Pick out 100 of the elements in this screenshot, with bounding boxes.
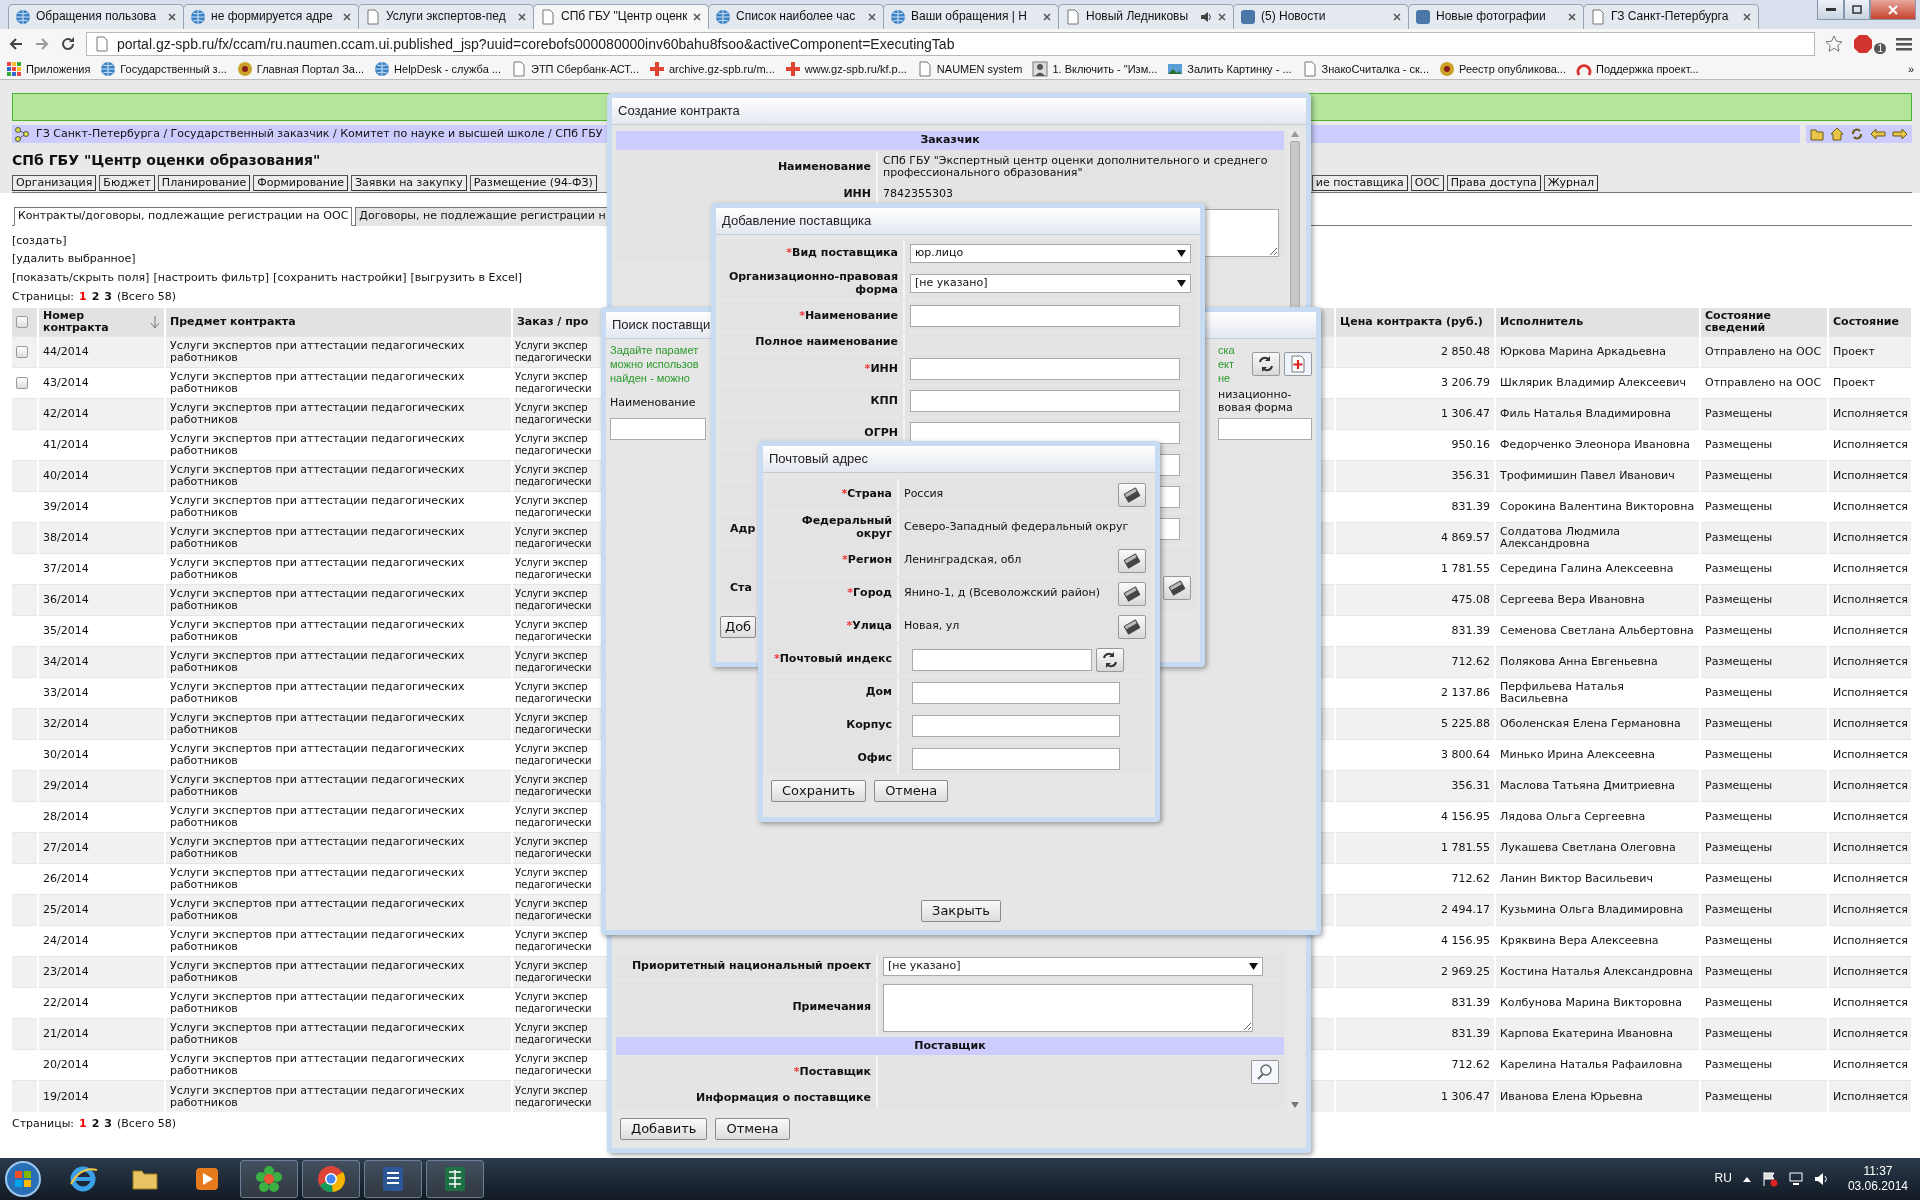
bookmark-link[interactable]: Реестр опубликова... <box>1459 62 1566 76</box>
dialog-button[interactable]: Отмена <box>874 780 949 803</box>
bookmark-link[interactable]: NAUMEN system <box>936 62 1023 76</box>
left-arrow-icon[interactable] <box>1870 128 1886 140</box>
text-input[interactable] <box>912 714 1120 737</box>
refresh-button[interactable] <box>1096 647 1124 672</box>
folder-icon[interactable] <box>1810 127 1824 141</box>
sub-tab[interactable]: Договоры, не подлежащие регистрации н <box>355 207 610 226</box>
page-link[interactable]: 2 <box>91 1117 100 1131</box>
browser-tab[interactable]: Новый Ледниковы <box>1058 4 1234 29</box>
speaker-icon[interactable] <box>1813 1171 1830 1187</box>
nav-tab[interactable]: Планирование <box>157 175 251 192</box>
nav-tab[interactable]: Права доступа <box>1446 175 1541 192</box>
nav-tab[interactable]: ие поставщика <box>1311 175 1408 192</box>
home-icon[interactable] <box>1830 127 1844 141</box>
bookmark-link[interactable]: HelpDesk - служба ... <box>394 62 501 76</box>
close-icon[interactable] <box>1567 12 1577 22</box>
lookup-button[interactable] <box>1118 548 1146 573</box>
dropdown[interactable]: [не указано] <box>910 274 1191 294</box>
bookmark-link[interactable]: Залить Картинку - ... <box>1187 62 1292 76</box>
browser-tab[interactable]: Услуги экспертов-пед <box>358 4 534 29</box>
lookup-button[interactable] <box>1118 581 1146 606</box>
taskbar-app-button[interactable] <box>302 1160 360 1198</box>
forward-icon[interactable] <box>34 36 50 52</box>
browser-tab[interactable]: Ваши обращения | Н <box>883 4 1059 29</box>
action-link[interactable]: [показать/скрыть поля] <box>12 272 150 285</box>
bookmark-link[interactable]: ЭТП Сбербанк-АСТ... <box>531 62 639 76</box>
bookmark-link[interactable]: www.gz-spb.ru/kf.p... <box>804 62 907 76</box>
maximize-button[interactable] <box>1844 0 1870 20</box>
close-icon[interactable] <box>517 12 527 22</box>
page-link[interactable]: 3 <box>104 1117 112 1131</box>
taskbar-app-button[interactable] <box>426 1160 484 1198</box>
menu-icon[interactable] <box>1896 37 1912 51</box>
action-link[interactable]: [выгрузить в Excel] <box>410 272 522 285</box>
up-arrow-icon[interactable] <box>1741 1175 1752 1183</box>
select-all-checkbox[interactable] <box>16 316 28 329</box>
bookmark-link[interactable]: ЗнакоСчиталка - ск... <box>1321 62 1430 76</box>
nav-tab[interactable]: Журнал <box>1543 175 1598 192</box>
dropdown[interactable]: [не указано] <box>883 956 1263 976</box>
dialog-button[interactable]: Доб <box>720 615 757 638</box>
text-input[interactable] <box>910 421 1180 444</box>
network-icon[interactable] <box>1787 1171 1804 1187</box>
action-link[interactable]: [настроить фильтр] <box>153 272 270 285</box>
address-field[interactable]: portal.gz-spb.ru/fx/ccam/ru.naumen.ccam.ui.published_jsp?uuid=corebofs000080000inv60bahu8fsoo&activeComponent=ExecutingTab <box>86 32 1816 56</box>
nav-tab[interactable]: Размещение (94-ФЗ) <box>469 175 597 192</box>
browser-tab[interactable]: не формируется адре <box>183 4 359 29</box>
stop-sign-icon[interactable] <box>1853 34 1874 54</box>
nav-tab[interactable]: ООС <box>1410 175 1444 192</box>
sub-tab[interactable]: Контракты/договоры, подлежащие регистрации на ООС <box>14 207 353 226</box>
back-icon[interactable] <box>8 36 24 52</box>
nav-tab[interactable]: Заявки на закупку <box>351 175 467 192</box>
add-button[interactable] <box>1284 352 1312 376</box>
browser-tab[interactable]: ГЗ Санкт-Петербурга <box>1583 4 1759 29</box>
search-input[interactable] <box>610 417 706 440</box>
bookmark-link[interactable]: archive.gz-spb.ru/m... <box>669 62 775 76</box>
sort-arrow-icon[interactable] <box>150 315 160 330</box>
browser-tab[interactable]: СПб ГБУ "Центр оценк <box>533 4 709 29</box>
page-link[interactable]: 1 <box>79 1117 87 1131</box>
more-bookmarks-button[interactable]: » <box>1907 62 1914 76</box>
close-icon[interactable] <box>1042 12 1052 22</box>
minimize-button[interactable] <box>1817 0 1844 20</box>
flag-icon[interactable] <box>1761 1171 1778 1187</box>
right-arrow-icon[interactable] <box>1892 128 1908 140</box>
lookup-button[interactable] <box>1118 614 1146 639</box>
browser-tab[interactable]: (5) Новости <box>1233 4 1409 29</box>
star-icon[interactable] <box>1825 35 1844 53</box>
search-input[interactable] <box>1218 418 1312 441</box>
page-link[interactable]: 2 <box>91 290 100 304</box>
bookmark-link[interactable]: 1. Включить - "Изм... <box>1052 62 1158 76</box>
close-button[interactable] <box>1870 0 1916 20</box>
bookmark-link[interactable]: Государственный з... <box>120 62 227 76</box>
reload-icon[interactable] <box>60 36 76 52</box>
close-icon[interactable] <box>167 12 177 22</box>
close-icon[interactable] <box>867 12 877 22</box>
speaker-icon[interactable] <box>1200 11 1212 23</box>
text-input[interactable] <box>912 747 1120 770</box>
lookup-button[interactable] <box>1118 482 1146 507</box>
nav-tab[interactable]: Организация <box>12 175 97 192</box>
start-orb-icon[interactable] <box>4 1160 42 1198</box>
page-link[interactable]: 3 <box>104 290 112 304</box>
lookup-button[interactable] <box>1163 575 1191 600</box>
close-icon[interactable] <box>1217 12 1227 22</box>
dropdown[interactable]: юр.лицо <box>910 244 1191 263</box>
close-icon[interactable] <box>1392 12 1402 22</box>
text-input[interactable] <box>910 389 1180 412</box>
browser-tab[interactable]: Список наиболее час <box>708 4 884 29</box>
nav-tab[interactable]: Бюджет <box>99 175 155 192</box>
row-checkbox[interactable] <box>16 377 28 390</box>
browser-tab[interactable]: Новые фотографии <box>1408 4 1584 29</box>
close-icon[interactable] <box>1742 12 1752 22</box>
row-checkbox[interactable] <box>16 346 28 359</box>
nav-tab[interactable]: Формирование <box>253 175 348 192</box>
taskbar-app-button[interactable] <box>364 1160 422 1198</box>
bookmark-link[interactable]: Приложения <box>26 62 91 76</box>
search-button[interactable] <box>1251 1060 1279 1085</box>
bookmark-link[interactable]: Поддержка проект... <box>1595 62 1699 76</box>
close-icon[interactable] <box>692 12 702 22</box>
dialog-button[interactable]: Сохранить <box>771 780 867 803</box>
text-input[interactable] <box>912 648 1092 671</box>
browser-tab[interactable]: Обращения пользова <box>8 4 184 29</box>
